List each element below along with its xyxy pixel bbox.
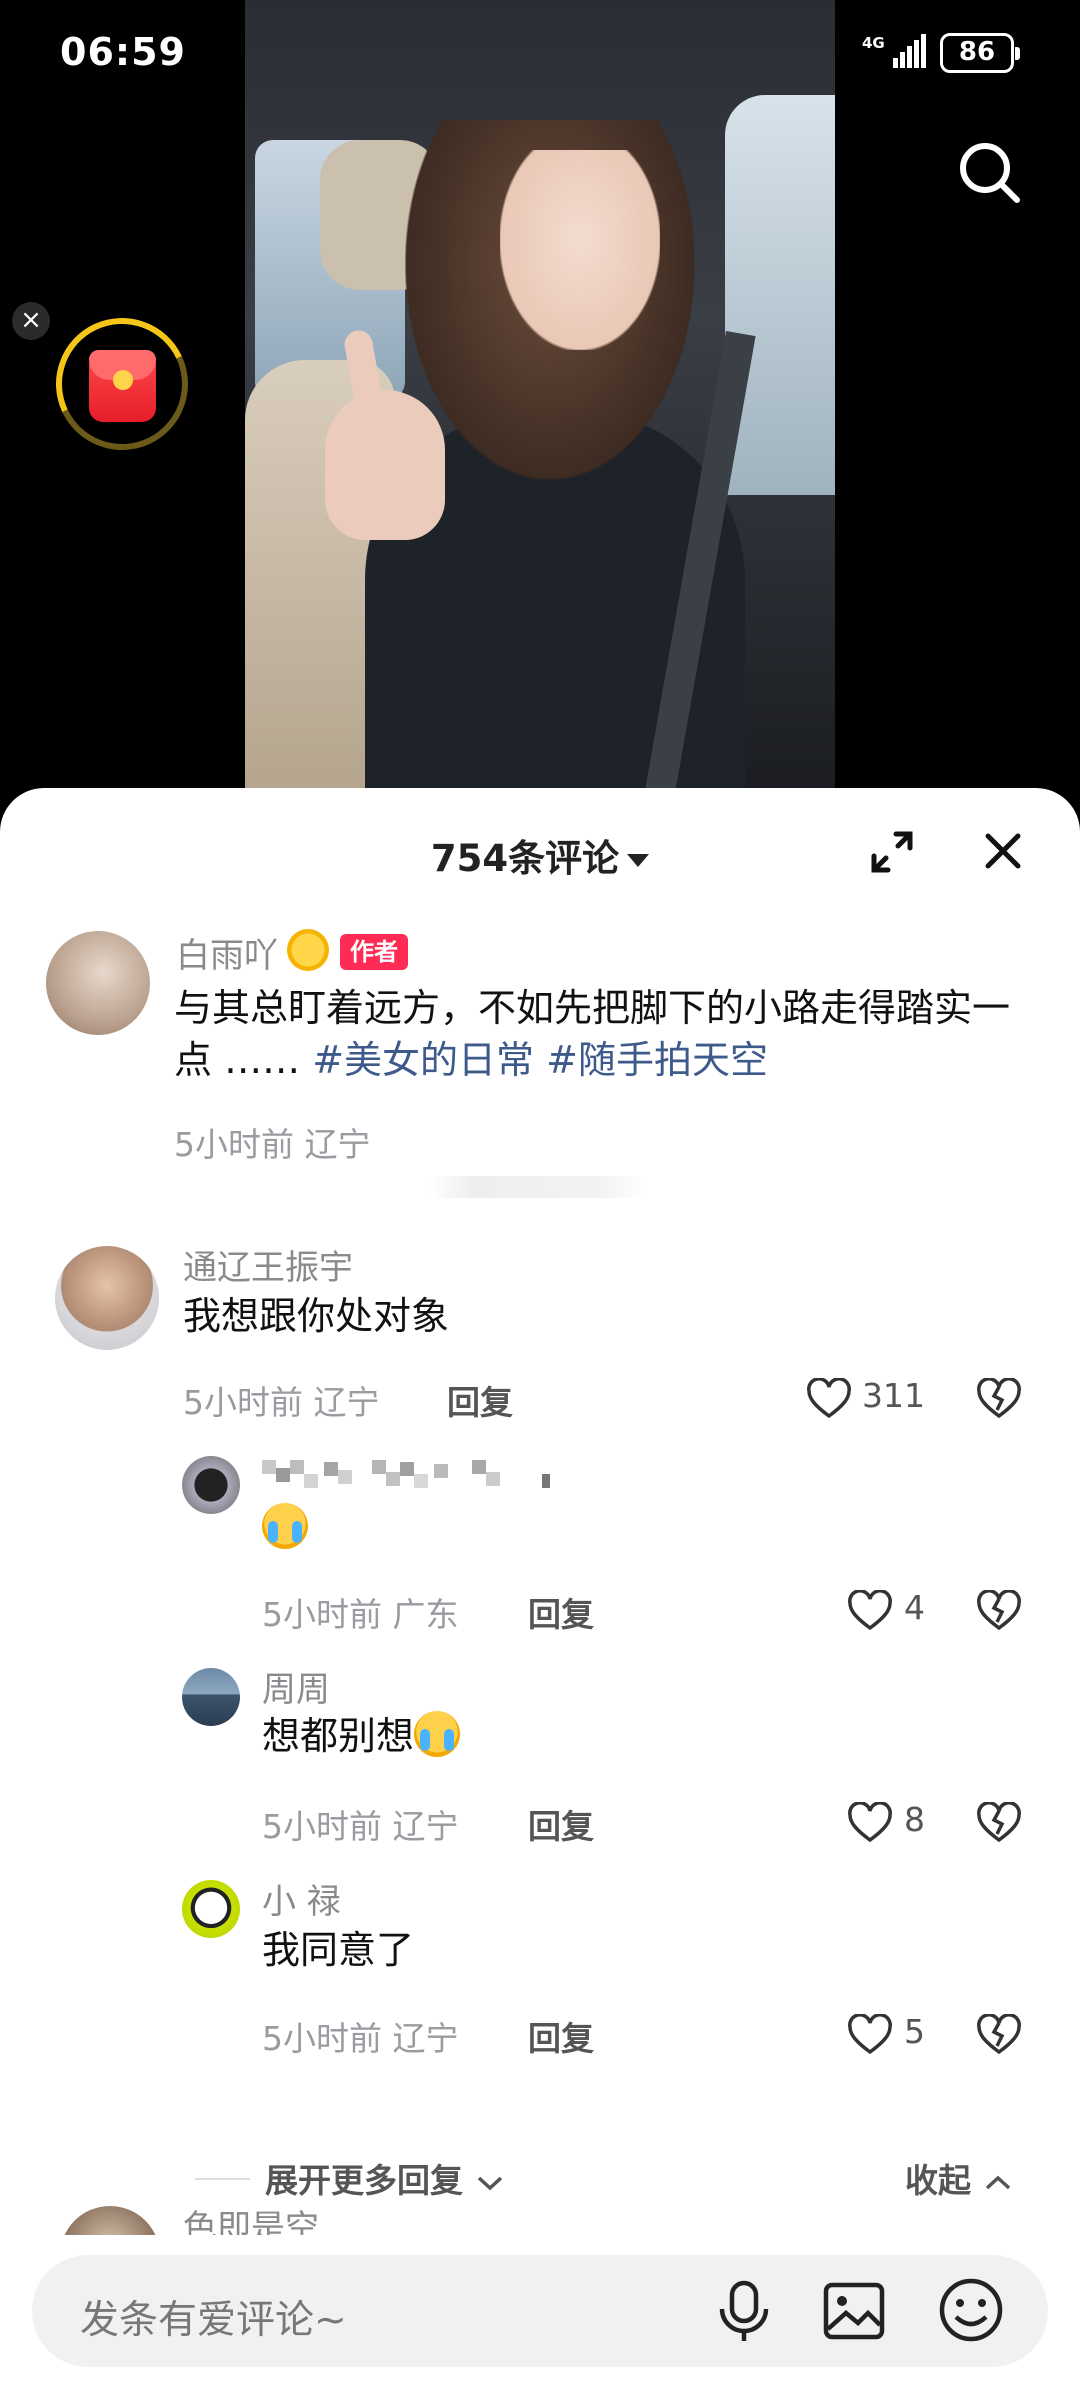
broken-heart-icon[interactable]	[976, 2014, 1022, 2056]
author-avatar[interactable]	[46, 931, 150, 1035]
crying-emoji	[262, 1503, 308, 1549]
author-name[interactable]: 白雨吖	[176, 928, 278, 977]
image-icon[interactable]	[822, 2279, 886, 2343]
person-face	[500, 150, 660, 350]
like-count: 4	[904, 1588, 925, 1627]
heart-icon[interactable]	[847, 1802, 893, 1844]
emoji-icon[interactable]	[938, 2277, 1004, 2343]
status-time: 06:59	[60, 30, 186, 74]
like-count: 8	[904, 1800, 925, 1839]
comments-sheet: 754条评论 白雨吖 作者 与其总盯着远方，不如先把脚下的小路走得踏实一点 ………	[0, 788, 1080, 2387]
close-icon[interactable]	[978, 826, 1028, 876]
comment-placeholder: 发条有爱评论~	[80, 2298, 347, 2343]
reply-button[interactable]: 回复	[528, 2012, 594, 2060]
signal-icon	[893, 34, 926, 68]
replier-avatar[interactable]	[182, 1880, 240, 1938]
replier-name[interactable]: 小 禄	[262, 1874, 341, 1923]
search-icon[interactable]	[955, 138, 1025, 208]
hashtag-link[interactable]: #随手拍天空	[546, 1038, 768, 1082]
replier-avatar[interactable]	[182, 1668, 240, 1726]
reply-text: 想都别想	[262, 1710, 461, 1762]
reply-button[interactable]: 回复	[528, 1800, 594, 1848]
collapse-button[interactable]: 收起	[905, 2154, 1013, 2202]
close-icon[interactable]: ×	[12, 302, 50, 340]
comment-input[interactable]: 发条有爱评论~	[32, 2255, 1048, 2367]
car-window-right	[725, 95, 835, 495]
sun-emoji	[287, 929, 329, 971]
person-hand	[325, 390, 445, 540]
network-label: 4G	[862, 34, 885, 52]
reply-meta: 5小时前 辽宁	[262, 2019, 459, 2058]
chevron-down-icon	[477, 2176, 502, 2190]
microphone-icon[interactable]	[712, 2279, 776, 2343]
replier-name[interactable]: 周周	[262, 1662, 330, 1711]
battery-indicator: 86	[940, 33, 1020, 73]
video-player[interactable]: 06:59 4G 86 ×	[0, 0, 1080, 800]
commenter-name[interactable]: 通辽王振宇	[183, 1240, 353, 1289]
reply-meta: 5小时前 辽宁	[262, 1807, 459, 1846]
blurred-divider	[430, 1176, 645, 1198]
chevron-up-icon	[985, 2175, 1010, 2189]
author-badge: 作者	[340, 934, 408, 970]
reply-meta: 5小时前 广东	[262, 1595, 459, 1634]
heart-icon[interactable]	[847, 1590, 893, 1632]
crying-emoji	[414, 1711, 461, 1757]
comments-count: 754条评论	[430, 837, 620, 880]
heart-icon[interactable]	[806, 1378, 852, 1420]
post-text: 与其总盯着远方，不如先把脚下的小路走得踏实一点 …… #美女的日常 #随手拍天空	[174, 982, 1034, 1086]
heart-icon[interactable]	[847, 2014, 893, 2056]
comments-count-title[interactable]: 754条评论	[0, 828, 1080, 882]
broken-heart-icon[interactable]	[976, 1802, 1022, 1844]
like-count: 311	[862, 1376, 925, 1415]
post-meta: 5小时前 辽宁	[174, 1125, 371, 1164]
reply-text: 我同意了	[262, 1928, 415, 1972]
hashtag-link[interactable]: #美女的日常	[312, 1038, 534, 1082]
broken-heart-icon[interactable]	[976, 1378, 1022, 1420]
like-count: 5	[904, 2012, 925, 2051]
comment-input-bar: 发条有爱评论~	[0, 2235, 1080, 2387]
replier-avatar[interactable]	[182, 1456, 240, 1514]
comment-meta: 5小时前 辽宁	[183, 1383, 380, 1422]
pixelated-name	[262, 1460, 550, 1488]
commenter-avatar[interactable]	[55, 1246, 159, 1350]
expand-more-replies-button[interactable]: 展开更多回复	[265, 2154, 505, 2202]
reply-button[interactable]: 回复	[528, 1588, 594, 1636]
red-packet-seal	[113, 370, 133, 390]
video-frame[interactable]	[245, 0, 835, 790]
comment-text: 我想跟你处对象	[183, 1294, 450, 1338]
broken-heart-icon[interactable]	[976, 1590, 1022, 1632]
reply-text	[262, 1502, 308, 1554]
divider-line	[195, 2178, 250, 2180]
expand-icon[interactable]	[868, 828, 916, 876]
reply-button[interactable]: 回复	[447, 1376, 513, 1424]
caret-down-icon	[627, 854, 650, 867]
